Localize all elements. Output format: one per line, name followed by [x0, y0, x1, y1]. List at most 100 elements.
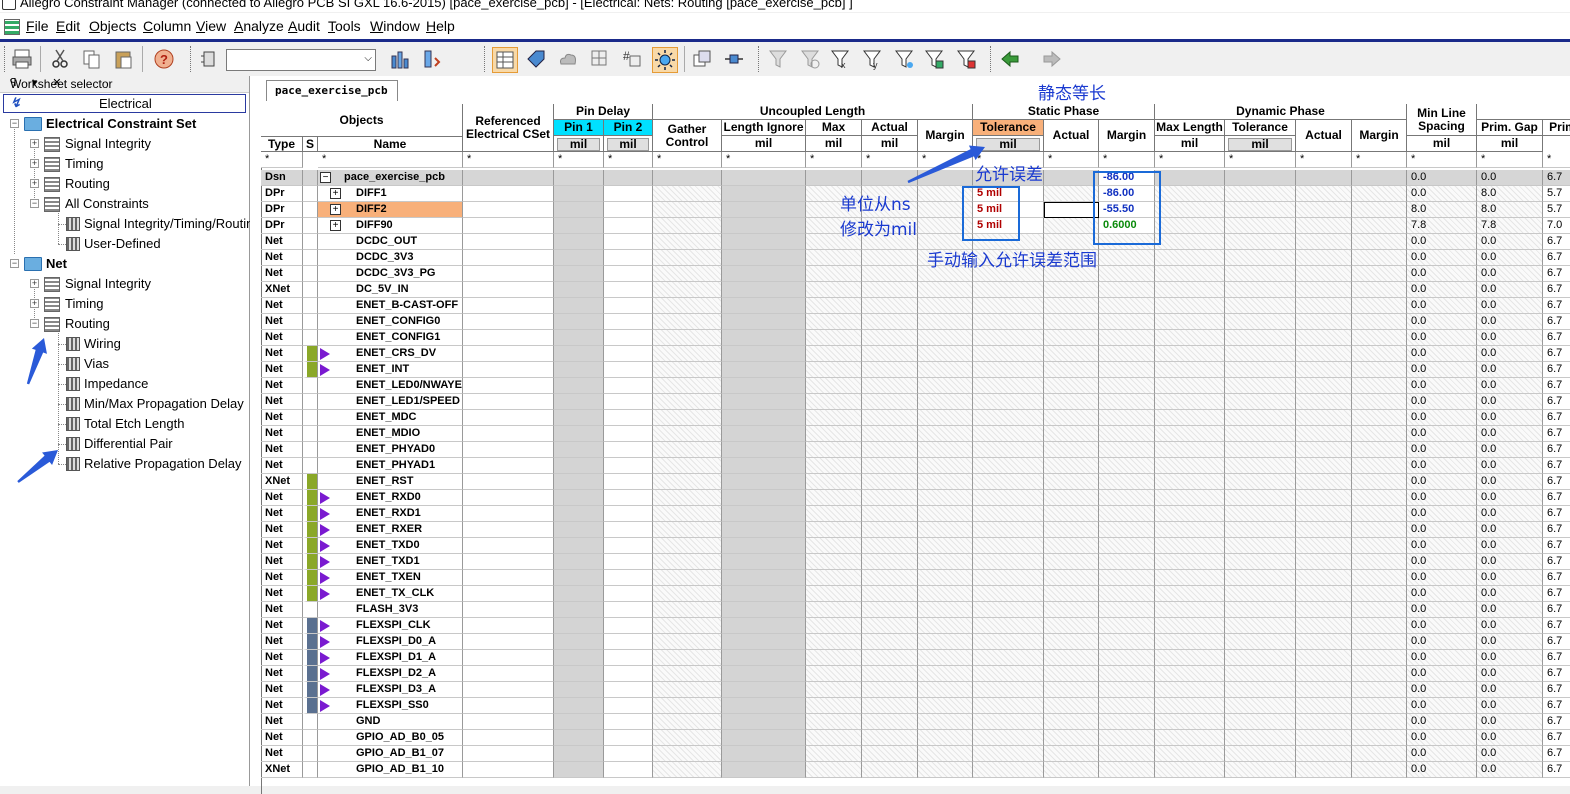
cell-gather[interactable]	[653, 522, 722, 538]
cell-pg[interactable]: 0.0	[1477, 634, 1543, 650]
cell-pr[interactable]: 6.7	[1543, 362, 1570, 378]
cell-mls[interactable]: 0.0	[1407, 458, 1477, 474]
cell-name[interactable]: FLEXSPI_D3_A	[318, 682, 463, 698]
cell-pr[interactable]: 6.7	[1543, 602, 1570, 618]
cell-pr[interactable]: 6.7	[1543, 682, 1570, 698]
cell-gather[interactable]	[653, 282, 722, 298]
cell-act[interactable]	[862, 586, 918, 602]
cell-dact[interactable]	[1296, 346, 1352, 362]
header-actual[interactable]: Actual	[862, 120, 918, 136]
cell-p1[interactable]	[554, 586, 604, 602]
cell-dact[interactable]	[1296, 378, 1352, 394]
cell-lign[interactable]	[722, 298, 806, 314]
cell-mlen[interactable]	[1155, 202, 1225, 218]
cell-s[interactable]	[303, 218, 318, 234]
cell-mls[interactable]: 0.0	[1407, 602, 1477, 618]
cell-lign[interactable]	[722, 634, 806, 650]
cell-dact[interactable]	[1296, 538, 1352, 554]
cell-p2[interactable]	[604, 202, 653, 218]
cell-mar[interactable]	[918, 538, 973, 554]
cell-ref[interactable]	[463, 410, 554, 426]
cell-name[interactable]: ENET_TX_CLK	[318, 586, 463, 602]
cell-max[interactable]	[806, 650, 862, 666]
cell-name[interactable]: DCDC_3V3	[318, 250, 463, 266]
print-icon[interactable]	[10, 47, 34, 71]
cell-max[interactable]	[806, 666, 862, 682]
cell-name[interactable]: FLEXSPI_D2_A	[318, 666, 463, 682]
cell-type[interactable]: Net	[261, 666, 303, 682]
cell-name[interactable]: ENET_RXER	[318, 522, 463, 538]
cell-type[interactable]: Dsn	[261, 170, 303, 186]
cell-dtol[interactable]	[1225, 250, 1296, 266]
cell-type[interactable]: Net	[261, 554, 303, 570]
cell-dact[interactable]	[1296, 634, 1352, 650]
cell-lign[interactable]	[722, 522, 806, 538]
expand-icon[interactable]: +	[30, 279, 39, 288]
cell-spa[interactable]	[1044, 698, 1099, 714]
cell-dmar[interactable]	[1352, 202, 1407, 218]
cell-spm[interactable]	[1099, 362, 1155, 378]
cell-s[interactable]	[303, 714, 318, 730]
filter-cell-type[interactable]: *	[261, 152, 303, 168]
cell-dact[interactable]	[1296, 234, 1352, 250]
filter-cell-name[interactable]: *	[318, 152, 463, 168]
cell-dmar[interactable]	[1352, 650, 1407, 666]
cell-type[interactable]: Net	[261, 634, 303, 650]
table-row[interactable]: Net FLEXSPI_D2_A 0.0 0.0 6.7	[261, 666, 1570, 682]
cell-mlen[interactable]	[1155, 554, 1225, 570]
cell-mlen[interactable]	[1155, 714, 1225, 730]
cell-gather[interactable]	[653, 746, 722, 762]
cell-mls[interactable]: 0.0	[1407, 362, 1477, 378]
cell-pg[interactable]: 0.0	[1477, 170, 1543, 186]
cell-mls[interactable]: 0.0	[1407, 474, 1477, 490]
cell-s[interactable]	[303, 234, 318, 250]
cell-gather[interactable]	[653, 330, 722, 346]
cell-max[interactable]	[806, 314, 862, 330]
cell-lign[interactable]	[722, 618, 806, 634]
cell-p1[interactable]	[554, 250, 604, 266]
cell-dact[interactable]	[1296, 298, 1352, 314]
cell-s[interactable]	[303, 250, 318, 266]
cell-p2[interactable]	[604, 570, 653, 586]
cell-dtol[interactable]	[1225, 394, 1296, 410]
filter-cell-mar[interactable]: *	[918, 152, 973, 168]
cell-p2[interactable]	[604, 458, 653, 474]
cell-type[interactable]: XNet	[261, 762, 303, 778]
cell-max[interactable]	[806, 570, 862, 586]
cell-act[interactable]	[862, 522, 918, 538]
cell-gather[interactable]	[653, 506, 722, 522]
cell-spm[interactable]	[1099, 602, 1155, 618]
cell-mls[interactable]: 0.0	[1407, 266, 1477, 282]
cell-tol[interactable]	[973, 618, 1044, 634]
cell-mls[interactable]: 0.0	[1407, 698, 1477, 714]
cell-dact[interactable]	[1296, 474, 1352, 490]
cell-dmar[interactable]	[1352, 618, 1407, 634]
cell-gather[interactable]	[653, 714, 722, 730]
cell-dtol[interactable]	[1225, 426, 1296, 442]
cell-mlen[interactable]	[1155, 410, 1225, 426]
cell-pg[interactable]: 7.8	[1477, 218, 1543, 234]
cell-spa[interactable]	[1044, 362, 1099, 378]
cell-s[interactable]	[303, 186, 318, 202]
cell-dmar[interactable]	[1352, 186, 1407, 202]
cell-type[interactable]: Net	[261, 250, 303, 266]
forward-arrow-icon[interactable]	[1040, 47, 1064, 71]
table-row[interactable]: Net FLEXSPI_CLK 0.0 0.0 6.7	[261, 618, 1570, 634]
cell-dact[interactable]	[1296, 618, 1352, 634]
cell-p1[interactable]	[554, 634, 604, 650]
cell-act[interactable]	[862, 746, 918, 762]
menu-item-file[interactable]: File	[26, 18, 49, 34]
table-row[interactable]: Net FLEXSPI_D3_A 0.0 0.0 6.7	[261, 682, 1570, 698]
cell-mar[interactable]	[918, 586, 973, 602]
cell-ref[interactable]	[463, 378, 554, 394]
cell-act[interactable]	[862, 666, 918, 682]
cell-pg[interactable]: 0.0	[1477, 714, 1543, 730]
expand-icon[interactable]: +	[330, 204, 341, 215]
cell-type[interactable]: Net	[261, 698, 303, 714]
cell-tol[interactable]	[973, 554, 1044, 570]
cell-lign[interactable]	[722, 506, 806, 522]
cell-ref[interactable]	[463, 506, 554, 522]
cell-ref[interactable]	[463, 442, 554, 458]
cell-spm[interactable]	[1099, 474, 1155, 490]
cell-spa[interactable]	[1044, 538, 1099, 554]
